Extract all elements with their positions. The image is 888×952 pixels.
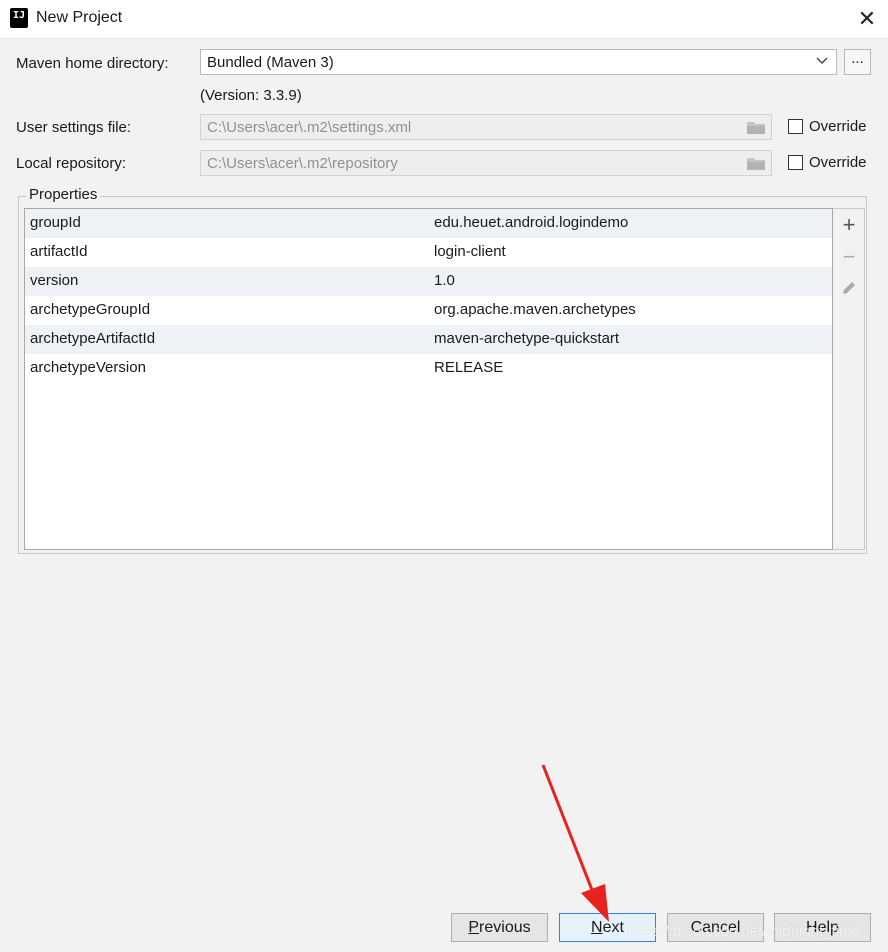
next-mnemonic: N (591, 919, 603, 936)
watermark: https://blog.csdn.net/midnight_time (628, 923, 860, 940)
maven-home-combobox[interactable]: Bundled (Maven 3) (200, 49, 837, 75)
property-value: maven-archetype-quickstart (434, 330, 620, 347)
previous-button[interactable]: Previous (451, 913, 548, 942)
table-row[interactable]: archetypeGroupId org.apache.maven.archet… (25, 296, 832, 325)
edit-property-icon[interactable] (839, 279, 859, 299)
property-key: artifactId (30, 243, 88, 260)
local-repository-field: C:\Users\acer\.m2\repository (200, 150, 772, 176)
property-key: version (30, 272, 79, 289)
settings-override-checkbox[interactable] (788, 119, 803, 134)
add-property-icon[interactable]: + (839, 214, 859, 236)
maven-home-value: Bundled (Maven 3) (207, 54, 334, 71)
user-settings-field: C:\Users\acer\.m2\settings.xml (200, 114, 772, 140)
properties-table[interactable]: groupId edu.heuet.android.logindemo arti… (24, 208, 833, 550)
maven-home-label: Maven home directory: (16, 55, 169, 72)
title-bar: IJ New Project ✕ (0, 0, 888, 39)
window-title: New Project (36, 9, 123, 26)
table-row[interactable]: version 1.0 (25, 267, 832, 296)
local-repository-label: Local repository: (16, 155, 127, 172)
property-key: archetypeGroupId (30, 301, 151, 318)
user-settings-label: User settings file: (16, 119, 132, 136)
table-row[interactable]: archetypeArtifactId maven-archetype-quic… (25, 325, 832, 354)
repository-override-label[interactable]: Override (809, 154, 867, 171)
close-button[interactable]: ✕ (854, 6, 880, 32)
property-value: org.apache.maven.archetypes (434, 301, 636, 318)
previous-mnemonic: P (468, 919, 480, 936)
property-value: login-client (434, 243, 506, 260)
local-repository-value: C:\Users\acer\.m2\repository (207, 155, 398, 172)
property-key: archetypeVersion (30, 359, 146, 376)
intellij-app-icon: IJ (8, 6, 30, 28)
property-value: edu.heuet.android.logindemo (434, 214, 629, 231)
property-value: 1.0 (434, 272, 455, 289)
table-row[interactable]: artifactId login-client (25, 238, 832, 267)
property-key: groupId (30, 214, 81, 231)
folder-icon (747, 157, 765, 170)
chevron-down-icon[interactable] (816, 53, 828, 69)
table-row[interactable]: groupId edu.heuet.android.logindemo (25, 209, 832, 238)
table-row[interactable]: archetypeVersion RELEASE (25, 354, 832, 383)
next-label: ext (602, 919, 624, 936)
browse-maven-home-button[interactable]: ... (844, 49, 871, 75)
maven-version-text: (Version: 3.3.9) (200, 87, 302, 104)
property-key: archetypeArtifactId (30, 330, 156, 347)
folder-icon (747, 121, 765, 134)
remove-property-icon[interactable]: − (839, 246, 859, 268)
repository-override-checkbox[interactable] (788, 155, 803, 170)
properties-toolbar: + − (833, 208, 865, 550)
property-value: RELEASE (434, 359, 504, 376)
properties-title: Properties (26, 186, 101, 203)
user-settings-value: C:\Users\acer\.m2\settings.xml (207, 119, 412, 136)
settings-override-label[interactable]: Override (809, 118, 867, 135)
previous-label: revious (479, 919, 531, 936)
